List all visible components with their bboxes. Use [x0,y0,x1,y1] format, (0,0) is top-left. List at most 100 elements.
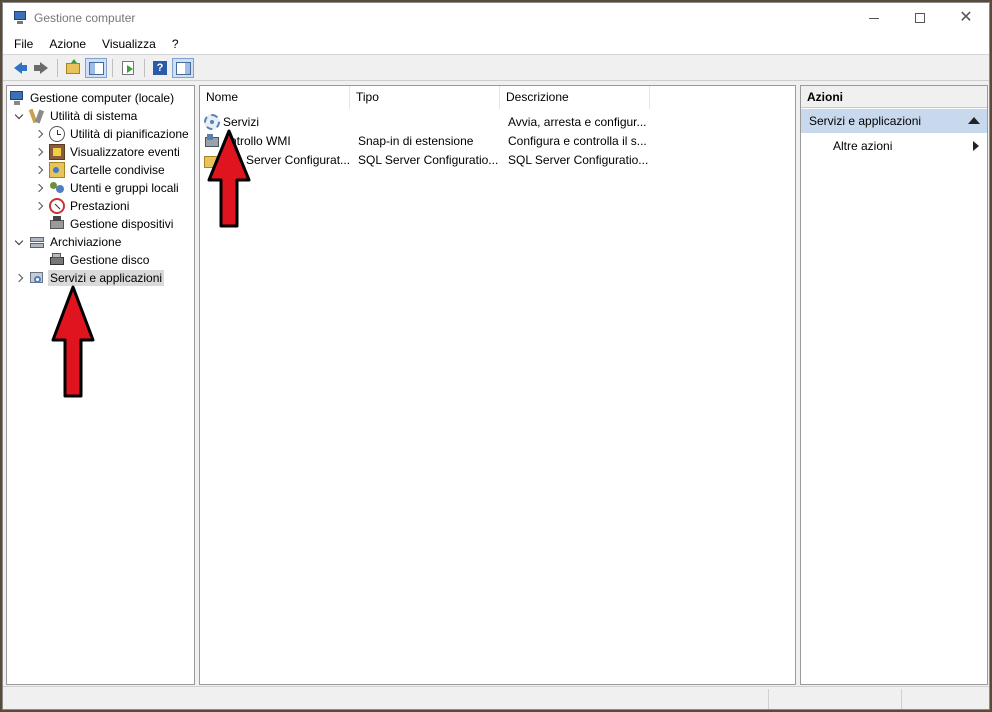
tree-item-local-users[interactable]: Utenti e gruppi locali [33,179,181,197]
event-viewer-icon [49,144,65,160]
tree-item-label: Utenti e gruppi locali [70,181,179,195]
disk-icon [49,252,65,268]
chevron-right-icon [14,273,24,283]
show-hide-actions-icon [175,61,191,75]
tree-item-storage[interactable]: Archiviazione [13,233,123,251]
up-level-button[interactable] [62,58,84,78]
row-name: Servizi [223,114,260,129]
column-header-type[interactable]: Tipo [350,86,500,109]
storage-icon [29,234,45,250]
collapse-up-icon[interactable] [968,117,980,124]
column-header-name[interactable]: Nome [200,86,350,109]
console-tree: Gestione computer (locale) Utilità di si… [6,85,195,685]
column-header-description[interactable]: Descrizione [500,86,650,109]
status-segment [901,689,902,709]
row-description: Configura e controlla il s... [508,133,647,148]
row-type: SQL Server Configuratio... [358,152,499,167]
toolbar: ? [3,56,989,81]
tree-item-performance[interactable]: Prestazioni [33,197,131,215]
tree-item-system-tools[interactable]: Utilità di sistema [13,107,139,125]
forward-arrow-icon [34,62,48,74]
list-item-services[interactable]: Servizi Avvia, arresta e configur... [200,112,652,131]
red-arrow-annotation-icon [51,285,95,398]
menu-bar: File Azione Visualizza ? [3,33,989,55]
row-type: Snap-in di estensione [358,133,474,148]
tree-item-label: Gestione computer (locale) [30,91,175,105]
performance-icon [49,198,65,214]
tools-icon [28,108,45,124]
back-button[interactable] [7,58,29,78]
expander-collapsed[interactable] [33,143,45,161]
window-title: Gestione computer [34,11,136,25]
back-arrow-icon [14,62,27,74]
menu-visualizza[interactable]: Visualizza [94,33,164,55]
row-description: SQL Server Configuratio... [508,152,649,167]
list-item-wmi[interactable]: ntrollo WMI Snap-in di estensione Config… [200,131,652,150]
help-button[interactable]: ? [149,58,171,78]
list-header: Nome Tipo Descrizione [200,86,795,109]
expander-expanded[interactable] [13,233,25,251]
show-hide-actions-button[interactable] [172,58,194,78]
actions-pane: Azioni Servizi e applicazioni Altre azio… [800,85,988,685]
row-description: Avvia, arresta e configur... [508,114,647,129]
export-list-button[interactable] [117,58,139,78]
tree-item-label: Cartelle condivise [70,163,165,177]
menu-help[interactable]: ? [164,33,187,55]
expander-collapsed[interactable] [33,125,45,143]
expander-collapsed[interactable] [33,197,45,215]
export-list-icon [122,61,134,75]
minimize-icon [869,17,879,19]
toolbar-separator [57,59,58,77]
status-bar [3,686,989,709]
submenu-arrow-icon [973,141,979,151]
up-folder-icon [66,58,80,74]
tree-item-label: Visualizzatore eventi [70,145,180,159]
device-manager-icon [49,216,65,232]
menu-file[interactable]: File [6,33,41,55]
show-hide-tree-icon [88,61,104,75]
chevron-down-icon [14,110,24,119]
show-hide-tree-button[interactable] [85,58,107,78]
expander-collapsed[interactable] [13,269,25,287]
details-list: Nome Tipo Descrizione Servizi Avvia, arr… [199,85,796,685]
expander-expanded[interactable] [13,107,25,125]
status-segment [768,689,769,709]
tree-item-root[interactable]: Gestione computer (locale) [9,89,176,107]
help-icon: ? [153,61,167,75]
close-button[interactable]: ✕ [943,3,989,33]
menu-azione[interactable]: Azione [41,33,94,55]
tree-item-event-viewer[interactable]: Visualizzatore eventi [33,143,182,161]
tree-item-disk-management[interactable]: Gestione disco [45,251,151,269]
forward-button[interactable] [30,58,52,78]
expander-collapsed[interactable] [33,179,45,197]
tree-item-label: Prestazioni [70,199,130,213]
actions-header: Azioni [801,86,987,108]
red-arrow-annotation-icon [207,129,251,228]
chevron-right-icon [34,165,44,175]
more-actions-label: Altre azioni [833,139,893,153]
tree-item-label: Utilità di sistema [50,109,138,123]
chevron-right-icon [34,201,44,211]
users-icon [49,180,65,196]
actions-more-actions[interactable]: Altre azioni [801,136,987,156]
tree-item-label: Gestione dispositivi [70,217,174,231]
computer-icon [9,90,25,106]
toolbar-separator [112,59,113,77]
list-item-sql-server[interactable]: Server Configurat... SQL Server Configur… [200,150,652,169]
chevron-right-icon [34,183,44,193]
shared-folder-icon [49,162,65,178]
computer-management-icon [12,10,28,26]
clock-icon [49,126,65,142]
minimize-button[interactable] [851,3,897,33]
tree-item-label: Utilità di pianificazione [70,127,189,141]
chevron-right-icon [34,129,44,139]
tree-item-scheduler[interactable]: Utilità di pianificazione [33,125,191,143]
tree-item-label: Archiviazione [50,235,122,249]
actions-section-services-apps[interactable]: Servizi e applicazioni [801,109,987,133]
maximize-icon [915,13,925,23]
expander-collapsed[interactable] [33,161,45,179]
tree-item-shared-folders[interactable]: Cartelle condivise [33,161,167,179]
tree-item-device-manager[interactable]: Gestione dispositivi [45,215,175,233]
maximize-button[interactable] [897,3,943,33]
title-bar: Gestione computer ✕ [3,3,989,33]
